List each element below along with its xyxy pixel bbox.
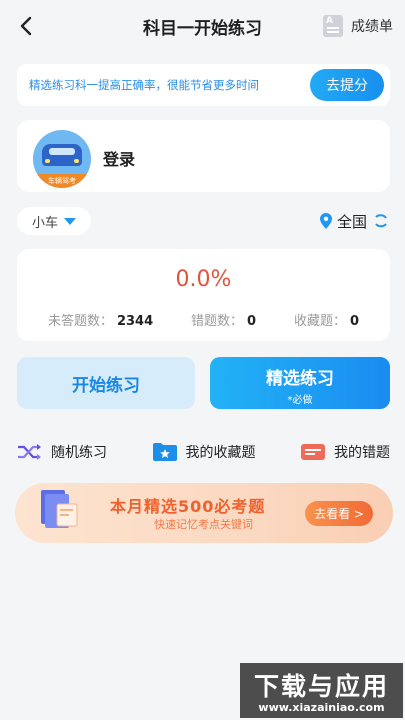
unanswered-label: 未答题数：: [47, 314, 113, 329]
favorite-stat: 收藏题： 0: [294, 310, 359, 329]
tip-text: 精选练习科一提高正确率，很能节省更多时间: [29, 78, 259, 92]
shuffle-icon: [18, 444, 41, 460]
selected-practice-button[interactable]: 精选练习 *必做: [210, 357, 390, 409]
random-practice-link[interactable]: 随机练习: [17, 437, 107, 467]
avatar[interactable]: 车辆驾考: [33, 130, 91, 188]
car-type-dropdown[interactable]: 小车: [17, 207, 91, 235]
unanswered-stat: 未答题数： 2344: [48, 310, 153, 329]
promo-title: 本月精选500必考题: [110, 497, 266, 516]
boost-score-button[interactable]: 去提分: [310, 69, 384, 101]
my-mistakes-label: 我的错题: [334, 445, 390, 461]
selected-practice-label: 精选练习: [266, 369, 334, 389]
region-selector[interactable]: 全国: [319, 209, 389, 233]
unanswered-count: 2344: [116, 314, 154, 329]
score-report-label: 成绩单: [351, 19, 393, 35]
random-practice-label: 随机练习: [51, 445, 107, 461]
avatar-badge: 车辆驾考: [33, 174, 91, 188]
stats-card: 0.0% 未答题数： 2344 错题数： 0 收藏题： 0: [17, 249, 390, 341]
location-pin-icon: [319, 213, 332, 229]
promo-subtitle: 快速记忆考点关键词: [154, 518, 253, 531]
start-practice-button[interactable]: 开始练习: [17, 357, 195, 409]
view-now-button[interactable]: 去看看 >: [305, 501, 373, 526]
region-label: 全国: [336, 212, 367, 231]
wrong-stat: 错题数： 0: [191, 310, 256, 329]
books-icon: [41, 490, 78, 528]
my-favorites-label: 我的收藏题: [185, 445, 256, 461]
promo-banner[interactable]: 本月精选500必考题 快速记忆考点关键词 去看看 >: [15, 483, 393, 543]
favorite-label: 收藏题：: [293, 314, 346, 329]
mistake-card-icon: [301, 444, 325, 460]
stats-row: 未答题数： 2344 错题数： 0 收藏题： 0: [17, 310, 390, 329]
quick-actions: 随机练习 我的收藏题 我的错题: [17, 437, 390, 467]
car-type-label: 小车: [31, 215, 58, 231]
watermark-url: www.xiazainiao.com: [258, 701, 385, 714]
correct-rate: 0.0%: [175, 267, 232, 292]
score-report-button[interactable]: 成绩单: [323, 13, 393, 39]
wrong-count: 0: [247, 314, 257, 329]
required-note: *必做: [287, 395, 313, 406]
car-icon: [42, 144, 82, 166]
favorite-count: 0: [350, 314, 360, 329]
watermark: 下载与应用 www.xiazainiao.com: [240, 663, 403, 718]
watermark-title: 下载与应用: [253, 672, 389, 701]
my-mistakes-link[interactable]: 我的错题: [300, 437, 390, 467]
dropdown-triangle-icon: [64, 217, 76, 225]
login-label[interactable]: 登录: [103, 146, 135, 170]
wrong-label: 错题数：: [191, 314, 244, 329]
tip-banner: 精选练习科一提高正确率，很能节省更多时间 去提分: [17, 64, 390, 106]
favorite-folder-icon: [152, 443, 177, 461]
score-sheet-icon: [323, 15, 343, 37]
login-card[interactable]: 车辆驾考 登录: [17, 120, 390, 192]
switch-region-icon[interactable]: [373, 214, 389, 228]
my-favorites-link[interactable]: 我的收藏题: [152, 437, 256, 467]
top-nav-bar: 科目一开始练习 成绩单: [0, 0, 405, 52]
